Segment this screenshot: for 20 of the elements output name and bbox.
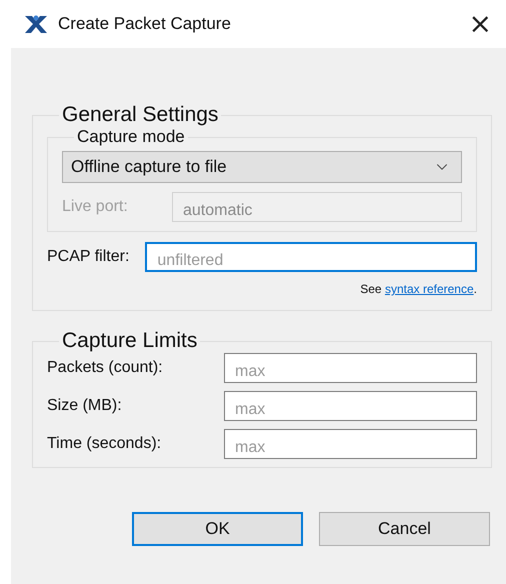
field-label: PCAP filter: (47, 248, 130, 266)
capture-mode-dropdown[interactable]: Offline capture to file (62, 151, 462, 183)
field-label: Time (seconds): (47, 435, 162, 453)
group-title: Capture Limits (61, 329, 198, 353)
dialog-button[interactable]: Cancel (319, 512, 490, 546)
syntax-hint: See syntax reference. (360, 282, 477, 296)
group-title: General Settings (61, 103, 220, 127)
logo-icon (24, 14, 48, 34)
window-title: Create Packet Capture (58, 14, 232, 34)
limit-field[interactable]: max (224, 391, 477, 421)
syntax-reference-link[interactable]: syntax reference (384, 282, 474, 296)
field-label: Live port: (62, 198, 129, 216)
limit-field[interactable]: max (224, 429, 477, 459)
pcap-filter-field[interactable]: unfiltered (145, 242, 477, 272)
limit-field[interactable]: max (224, 353, 477, 383)
close-button[interactable]: × (468, 10, 492, 38)
field-label: Size (MB): (47, 397, 123, 415)
dialog-button[interactable]: OK (132, 512, 303, 546)
field-label: Packets (count): (47, 359, 164, 377)
group-title: Capture mode (76, 127, 186, 147)
